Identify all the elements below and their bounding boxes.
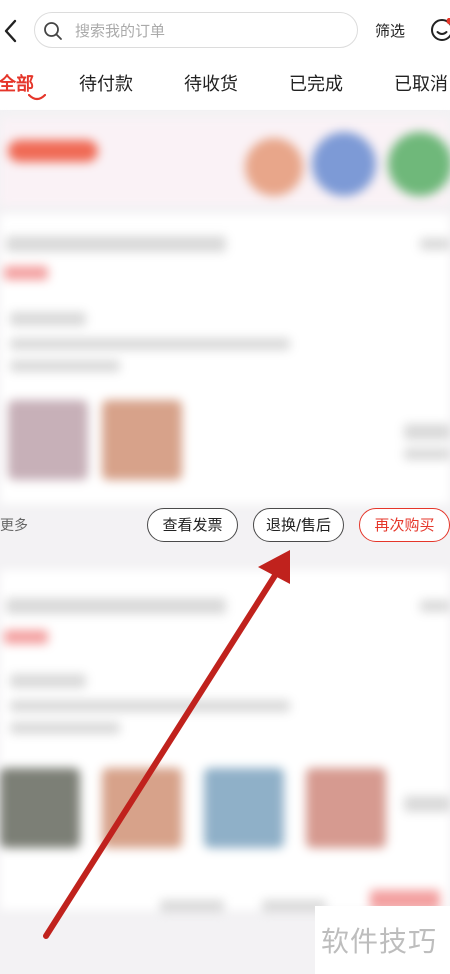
more-link[interactable]: 更多: [0, 515, 28, 535]
tab-pending-receipt[interactable]: 待收货: [184, 70, 238, 96]
buy-again-button[interactable]: 再次购买: [359, 508, 450, 542]
search-input[interactable]: [73, 19, 347, 43]
customer-service-icon[interactable]: [430, 18, 450, 42]
return-after-sales-button[interactable]: 退换/售后: [253, 508, 344, 542]
tab-all[interactable]: 全部: [0, 70, 34, 96]
back-arrow-icon[interactable]: [2, 17, 20, 45]
search-bar[interactable]: [34, 12, 358, 48]
order-tabs: 全部 待付款 待收货 已完成 已取消: [0, 62, 450, 110]
view-invoice-button[interactable]: 查看发票: [147, 508, 238, 542]
filter-button[interactable]: 筛选: [375, 20, 405, 41]
search-icon: [44, 22, 62, 40]
tab-pending-payment[interactable]: 待付款: [79, 70, 133, 96]
tab-completed[interactable]: 已完成: [289, 70, 343, 96]
watermark-text: 软件技巧: [315, 906, 450, 974]
active-tab-indicator: [28, 94, 46, 101]
promo-banner: [0, 118, 450, 206]
order-card-2: [0, 570, 450, 912]
order-card: [0, 214, 450, 504]
top-bar: 筛选: [0, 0, 450, 62]
tab-cancelled[interactable]: 已取消: [394, 70, 448, 96]
